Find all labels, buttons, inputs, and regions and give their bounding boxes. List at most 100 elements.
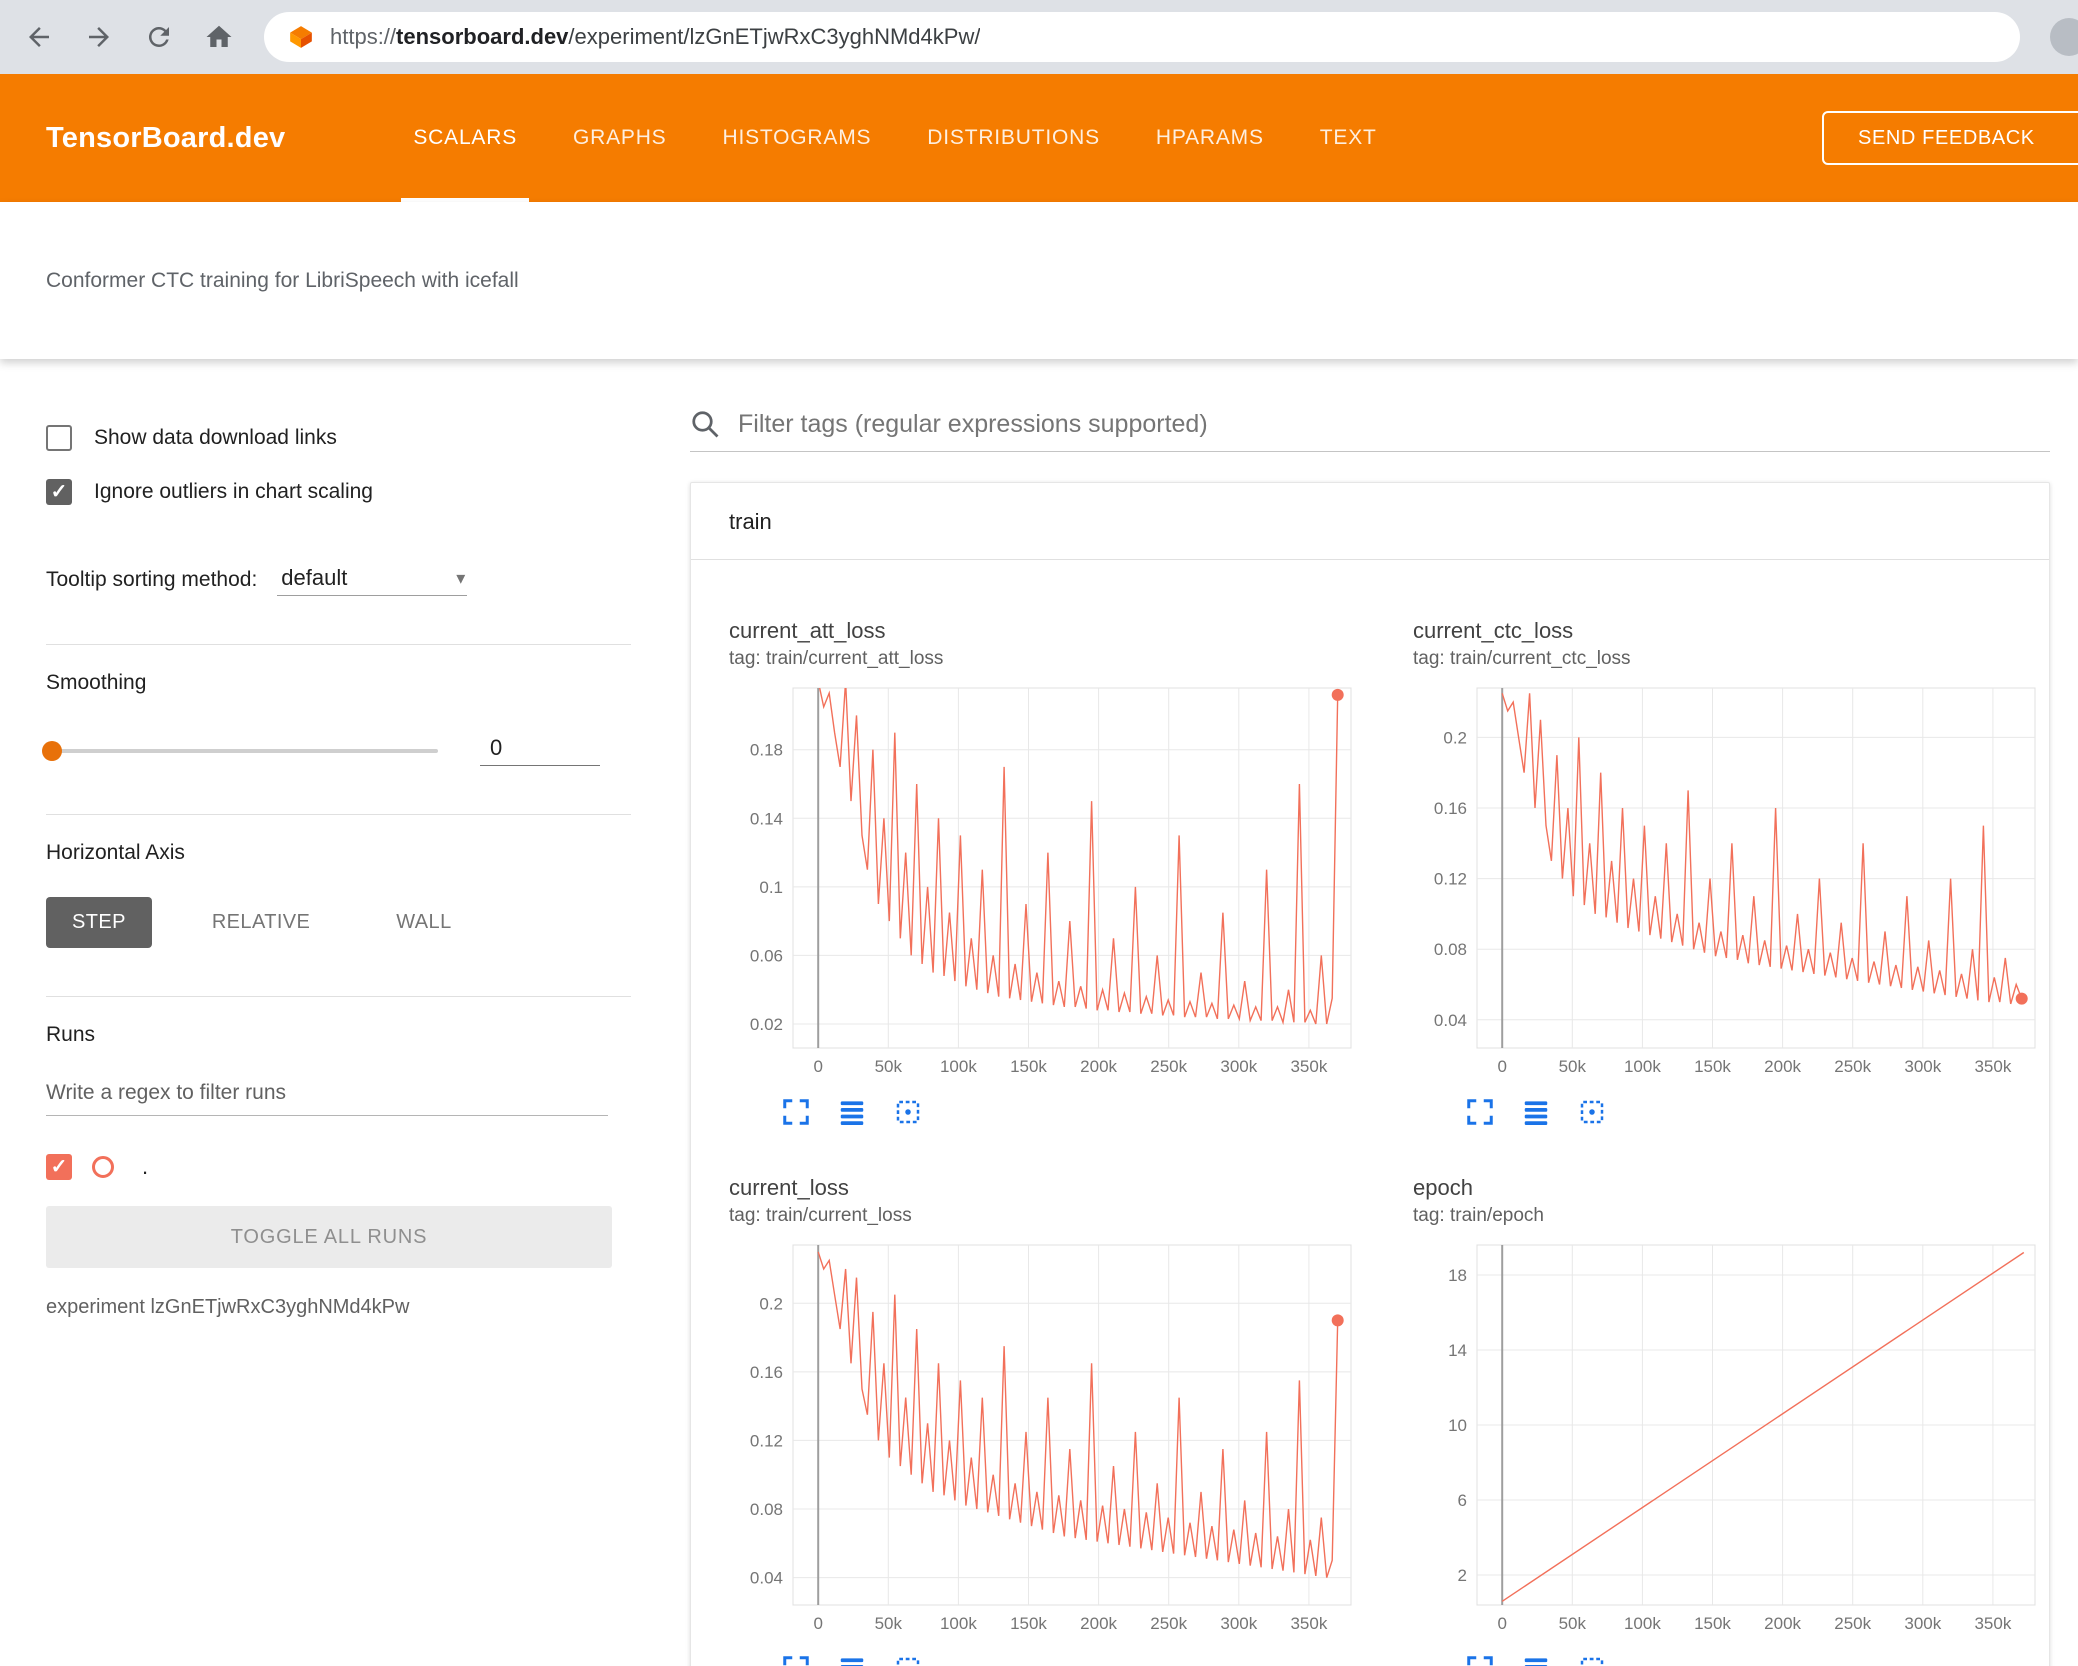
svg-text:6: 6 xyxy=(1458,1491,1467,1510)
svg-text:150k: 150k xyxy=(1010,1057,1047,1076)
show-download-links-row[interactable]: Show data download links xyxy=(46,421,632,455)
data-table-icon[interactable] xyxy=(837,1097,867,1127)
svg-text:2: 2 xyxy=(1458,1566,1467,1585)
svg-text:350k: 350k xyxy=(1974,1057,2011,1076)
svg-text:100k: 100k xyxy=(1624,1057,1661,1076)
svg-text:250k: 250k xyxy=(1150,1614,1187,1633)
chart-plot[interactable]: 0 50k 100k 150k 200k 250k 300k 350k 0.04 0.08 0.12… xyxy=(729,1235,1359,1635)
axis-step-button[interactable]: STEP xyxy=(46,897,152,948)
tooltip-sorting-label: Tooltip sorting method: xyxy=(46,568,258,591)
chart-title: current_ctc_loss xyxy=(1413,618,1574,643)
svg-text:0.04: 0.04 xyxy=(750,1569,783,1588)
chart-title: epoch xyxy=(1413,1175,1473,1200)
app-header: TensorBoard.dev SCALARS GRAPHS HISTOGRAM… xyxy=(0,74,2078,202)
run-color-icon xyxy=(92,1156,114,1178)
chart-plot[interactable]: 0 50k 100k 150k 200k 250k 300k 350k 2 6 10 14 18 xyxy=(1413,1235,2043,1635)
filter-tags-input[interactable] xyxy=(738,409,2050,439)
svg-text:0.2: 0.2 xyxy=(1443,728,1467,747)
svg-text:0.04: 0.04 xyxy=(1434,1011,1467,1030)
runs-filter-input[interactable] xyxy=(46,1077,608,1116)
chart-plot[interactable]: 0 50k 100k 150k 200k 250k 300k 350k 0.02 0.06 0.1 0… xyxy=(729,678,1359,1078)
svg-text:100k: 100k xyxy=(940,1614,977,1633)
fit-domain-icon[interactable] xyxy=(893,1654,923,1666)
tab-histograms[interactable]: HISTOGRAMS xyxy=(695,74,900,202)
svg-text:0: 0 xyxy=(1497,1057,1506,1076)
svg-text:0: 0 xyxy=(813,1614,822,1633)
checkbox-checked-icon[interactable] xyxy=(46,479,72,505)
tab-scalars[interactable]: SCALARS xyxy=(385,74,545,202)
svg-text:100k: 100k xyxy=(1624,1614,1661,1633)
fullscreen-icon[interactable] xyxy=(781,1097,811,1127)
fit-domain-icon[interactable] xyxy=(893,1097,923,1127)
tensorboard-favicon xyxy=(288,24,314,50)
chart-plot[interactable]: 0 50k 100k 150k 200k 250k 300k 350k 0.04 0.08 0.12… xyxy=(1413,678,2043,1078)
tab-graphs[interactable]: GRAPHS xyxy=(545,74,695,202)
divider xyxy=(46,814,631,815)
run-row[interactable]: . xyxy=(46,1154,632,1180)
nav-tabs: SCALARS GRAPHS HISTOGRAMS DISTRIBUTIONS … xyxy=(385,74,1404,202)
svg-text:0.06: 0.06 xyxy=(750,946,783,965)
svg-text:50k: 50k xyxy=(875,1614,903,1633)
fit-domain-icon[interactable] xyxy=(1577,1654,1607,1666)
fit-domain-icon[interactable] xyxy=(1577,1097,1607,1127)
data-table-icon[interactable] xyxy=(1521,1097,1551,1127)
tab-text[interactable]: TEXT xyxy=(1292,74,1405,202)
experiment-title: Conformer CTC training for LibriSpeech w… xyxy=(46,268,519,292)
chart-card: current_loss tag: train/current_loss 0 50k 1… xyxy=(729,1175,1369,1666)
back-icon[interactable] xyxy=(24,22,54,52)
svg-text:18: 18 xyxy=(1448,1266,1467,1285)
reload-icon[interactable] xyxy=(144,22,174,52)
svg-text:200k: 200k xyxy=(1080,1057,1117,1076)
url-bar[interactable]: https://tensorboard.dev/experiment/lzGnE… xyxy=(264,12,2020,62)
tooltip-sorting-select[interactable]: default ▾ xyxy=(277,565,468,596)
url-scheme: https:// xyxy=(330,24,397,49)
run-checkbox-checked-icon[interactable] xyxy=(46,1154,72,1180)
ignore-outliers-row[interactable]: Ignore outliers in chart scaling xyxy=(46,475,632,509)
checkbox-unchecked-icon[interactable] xyxy=(46,425,72,451)
svg-text:10: 10 xyxy=(1448,1416,1467,1435)
data-table-icon[interactable] xyxy=(837,1654,867,1666)
chart-toolbar xyxy=(781,1097,1369,1127)
svg-text:0.16: 0.16 xyxy=(750,1363,783,1382)
tab-distributions[interactable]: DISTRIBUTIONS xyxy=(899,74,1128,202)
group-title[interactable]: train xyxy=(729,509,772,534)
chart-tag: tag: train/current_att_loss xyxy=(729,648,944,669)
svg-text:300k: 300k xyxy=(1904,1614,1941,1633)
url-text: https://tensorboard.dev/experiment/lzGnE… xyxy=(330,24,980,50)
axis-wall-button[interactable]: WALL xyxy=(370,897,477,948)
axis-relative-button[interactable]: RELATIVE xyxy=(186,897,336,948)
fullscreen-icon[interactable] xyxy=(1465,1097,1495,1127)
send-feedback-button[interactable]: SEND FEEDBACK xyxy=(1822,111,2078,165)
ignore-outliers-label: Ignore outliers in chart scaling xyxy=(94,480,373,503)
tab-hparams[interactable]: HPARAMS xyxy=(1128,74,1292,202)
smoothing-label: Smoothing xyxy=(46,671,147,694)
svg-text:14: 14 xyxy=(1448,1341,1467,1360)
data-table-icon[interactable] xyxy=(1521,1654,1551,1666)
chart-card: current_att_loss tag: train/current_att_l… xyxy=(729,618,1369,1127)
fullscreen-icon[interactable] xyxy=(781,1654,811,1666)
home-icon[interactable] xyxy=(204,22,234,52)
divider xyxy=(46,996,631,997)
smoothing-value[interactable]: 0 xyxy=(480,735,600,766)
chart-tag: tag: train/current_loss xyxy=(729,1205,912,1226)
browser-avatar[interactable] xyxy=(2050,18,2078,56)
smoothing-slider[interactable] xyxy=(42,740,438,761)
svg-text:300k: 300k xyxy=(1220,1614,1257,1633)
tooltip-sorting-row: Tooltip sorting method: default ▾ xyxy=(46,565,632,596)
divider xyxy=(46,644,631,645)
url-path: /experiment/lzGnETjwRxC3yghNMd4kPw/ xyxy=(568,24,981,49)
chart-card: epoch tag: train/epoch 0 50k 100k 150k 200k 250… xyxy=(1413,1175,2053,1666)
svg-text:250k: 250k xyxy=(1834,1057,1871,1076)
svg-text:350k: 350k xyxy=(1290,1614,1327,1633)
chart-title: current_loss xyxy=(729,1175,849,1200)
search-icon xyxy=(690,409,720,439)
slider-thumb[interactable] xyxy=(42,740,62,761)
experiment-id-caption: experiment lzGnETjwRxC3yghNMd4kPw xyxy=(46,1296,410,1318)
runs-label: Runs xyxy=(46,1023,96,1046)
chevron-down-icon: ▾ xyxy=(456,567,466,588)
svg-text:0: 0 xyxy=(813,1057,822,1076)
svg-text:0.12: 0.12 xyxy=(1434,870,1467,889)
fullscreen-icon[interactable] xyxy=(1465,1654,1495,1666)
toggle-all-runs-button[interactable]: TOGGLE ALL RUNS xyxy=(46,1206,612,1268)
forward-icon[interactable] xyxy=(84,22,114,52)
